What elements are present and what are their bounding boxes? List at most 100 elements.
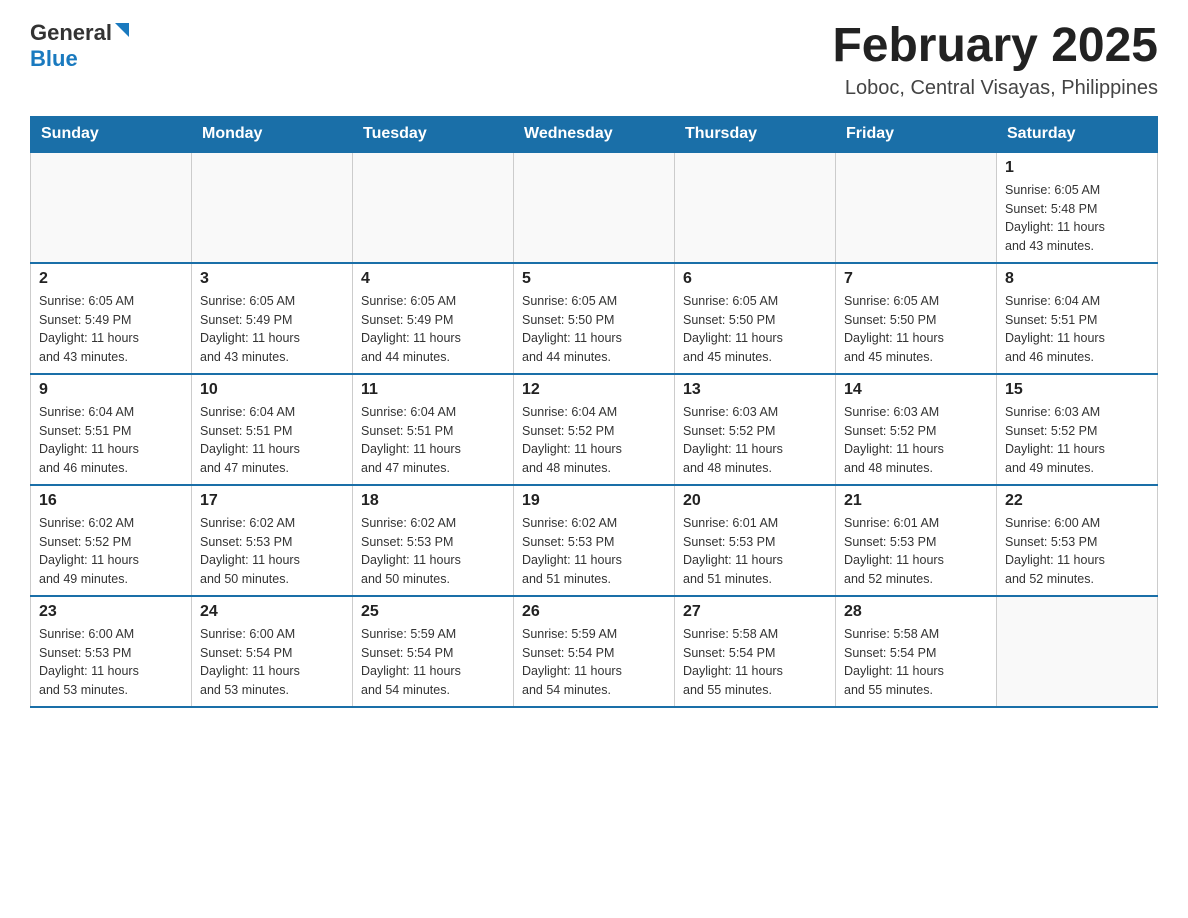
weekday-header-friday: Friday (836, 116, 997, 152)
calendar-cell: 21 Sunrise: 6:01 AMSunset: 5:53 PMDayligh… (836, 485, 997, 596)
day-number: 27 (683, 603, 827, 621)
calendar-table: SundayMondayTuesdayWednesdayThursdayFrid… (30, 116, 1158, 708)
calendar-header: SundayMondayTuesdayWednesdayThursdayFrid… (31, 116, 1158, 152)
calendar-week-row: 2 Sunrise: 6:05 AMSunset: 5:49 PMDaylight… (31, 263, 1158, 374)
day-number: 28 (844, 603, 988, 621)
logo-blue-text: Blue (30, 46, 78, 72)
calendar-cell: 16 Sunrise: 6:02 AMSunset: 5:52 PMDayligh… (31, 485, 192, 596)
weekday-header-wednesday: Wednesday (514, 116, 675, 152)
day-number: 13 (683, 381, 827, 399)
day-number: 7 (844, 270, 988, 288)
weekday-header-thursday: Thursday (675, 116, 836, 152)
calendar-cell (353, 152, 514, 263)
day-info: Sunrise: 6:04 AMSunset: 5:52 PMDaylight:… (522, 403, 666, 478)
title-block: February 2025 Loboc, Central Visayas, Ph… (832, 20, 1158, 100)
weekday-header-row: SundayMondayTuesdayWednesdayThursdayFrid… (31, 116, 1158, 152)
calendar-cell: 28Sunrise: 5:58 AMSunset: 5:54 PMDayligh… (836, 596, 997, 707)
day-info: Sunrise: 6:05 AMSunset: 5:50 PMDaylight:… (683, 292, 827, 367)
calendar-cell: 18 Sunrise: 6:02 AMSunset: 5:53 PMDayligh… (353, 485, 514, 596)
logo-general-text: General (30, 20, 112, 46)
calendar-week-row: 16 Sunrise: 6:02 AMSunset: 5:52 PMDayligh… (31, 485, 1158, 596)
weekday-header-tuesday: Tuesday (353, 116, 514, 152)
day-number: 17 (200, 492, 344, 510)
day-number: 19 (522, 492, 666, 510)
day-info: Sunrise: 6:03 AMSunset: 5:52 PMDaylight:… (683, 403, 827, 478)
day-info: Sunrise: 6:05 AMSunset: 5:49 PMDaylight:… (39, 292, 183, 367)
calendar-cell: 23 Sunrise: 6:00 AMSunset: 5:53 PMDayligh… (31, 596, 192, 707)
calendar-cell: 1Sunrise: 6:05 AMSunset: 5:48 PMDaylight… (997, 152, 1158, 263)
day-info: Sunrise: 6:02 AMSunset: 5:53 PMDaylight:… (522, 514, 666, 589)
day-info: Sunrise: 6:05 AMSunset: 5:49 PMDaylight:… (361, 292, 505, 367)
calendar-cell: 9 Sunrise: 6:04 AMSunset: 5:51 PMDaylight… (31, 374, 192, 485)
day-info: Sunrise: 6:00 AMSunset: 5:54 PMDaylight:… (200, 625, 344, 700)
day-info: Sunrise: 6:05 AMSunset: 5:48 PMDaylight:… (1005, 181, 1149, 256)
calendar-body: 1Sunrise: 6:05 AMSunset: 5:48 PMDaylight… (31, 152, 1158, 707)
day-info: Sunrise: 5:59 AMSunset: 5:54 PMDaylight:… (522, 625, 666, 700)
calendar-cell: 14 Sunrise: 6:03 AMSunset: 5:52 PMDayligh… (836, 374, 997, 485)
day-info: Sunrise: 6:04 AMSunset: 5:51 PMDaylight:… (39, 403, 183, 478)
location-title: Loboc, Central Visayas, Philippines (832, 77, 1158, 100)
day-number: 4 (361, 270, 505, 288)
calendar-cell: 24Sunrise: 6:00 AMSunset: 5:54 PMDayligh… (192, 596, 353, 707)
calendar-week-row: 1Sunrise: 6:05 AMSunset: 5:48 PMDaylight… (31, 152, 1158, 263)
day-number: 8 (1005, 270, 1149, 288)
calendar-cell (675, 152, 836, 263)
logo: General Blue (30, 20, 129, 72)
day-number: 6 (683, 270, 827, 288)
day-number: 14 (844, 381, 988, 399)
weekday-header-monday: Monday (192, 116, 353, 152)
calendar-week-row: 9 Sunrise: 6:04 AMSunset: 5:51 PMDaylight… (31, 374, 1158, 485)
day-info: Sunrise: 6:05 AMSunset: 5:49 PMDaylight:… (200, 292, 344, 367)
day-info: Sunrise: 6:05 AMSunset: 5:50 PMDaylight:… (522, 292, 666, 367)
day-info: Sunrise: 6:05 AMSunset: 5:50 PMDaylight:… (844, 292, 988, 367)
calendar-cell: 19 Sunrise: 6:02 AMSunset: 5:53 PMDayligh… (514, 485, 675, 596)
day-number: 3 (200, 270, 344, 288)
day-number: 23 (39, 603, 183, 621)
calendar-cell: 20 Sunrise: 6:01 AMSunset: 5:53 PMDayligh… (675, 485, 836, 596)
weekday-header-sunday: Sunday (31, 116, 192, 152)
day-number: 20 (683, 492, 827, 510)
calendar-cell (514, 152, 675, 263)
calendar-week-row: 23 Sunrise: 6:00 AMSunset: 5:53 PMDayligh… (31, 596, 1158, 707)
day-number: 21 (844, 492, 988, 510)
calendar-cell: 15 Sunrise: 6:03 AMSunset: 5:52 PMDayligh… (997, 374, 1158, 485)
day-number: 5 (522, 270, 666, 288)
calendar-cell: 12 Sunrise: 6:04 AMSunset: 5:52 PMDayligh… (514, 374, 675, 485)
day-number: 2 (39, 270, 183, 288)
day-info: Sunrise: 6:03 AMSunset: 5:52 PMDaylight:… (1005, 403, 1149, 478)
day-info: Sunrise: 6:00 AMSunset: 5:53 PMDaylight:… (39, 625, 183, 700)
calendar-cell: 13 Sunrise: 6:03 AMSunset: 5:52 PMDayligh… (675, 374, 836, 485)
calendar-cell (31, 152, 192, 263)
day-number: 10 (200, 381, 344, 399)
day-info: Sunrise: 6:02 AMSunset: 5:53 PMDaylight:… (200, 514, 344, 589)
calendar-cell: 25Sunrise: 5:59 AMSunset: 5:54 PMDayligh… (353, 596, 514, 707)
day-info: Sunrise: 6:02 AMSunset: 5:52 PMDaylight:… (39, 514, 183, 589)
day-number: 11 (361, 381, 505, 399)
day-number: 25 (361, 603, 505, 621)
day-info: Sunrise: 6:01 AMSunset: 5:53 PMDaylight:… (844, 514, 988, 589)
day-info: Sunrise: 5:58 AMSunset: 5:54 PMDaylight:… (683, 625, 827, 700)
calendar-cell: 10Sunrise: 6:04 AMSunset: 5:51 PMDayligh… (192, 374, 353, 485)
day-info: Sunrise: 6:01 AMSunset: 5:53 PMDaylight:… (683, 514, 827, 589)
day-number: 9 (39, 381, 183, 399)
day-number: 12 (522, 381, 666, 399)
calendar-cell: 7 Sunrise: 6:05 AMSunset: 5:50 PMDaylight… (836, 263, 997, 374)
day-info: Sunrise: 6:04 AMSunset: 5:51 PMDaylight:… (361, 403, 505, 478)
day-info: Sunrise: 6:03 AMSunset: 5:52 PMDaylight:… (844, 403, 988, 478)
calendar-cell (997, 596, 1158, 707)
day-info: Sunrise: 6:02 AMSunset: 5:53 PMDaylight:… (361, 514, 505, 589)
calendar-cell: 17 Sunrise: 6:02 AMSunset: 5:53 PMDayligh… (192, 485, 353, 596)
calendar-cell: 22 Sunrise: 6:00 AMSunset: 5:53 PMDayligh… (997, 485, 1158, 596)
day-number: 18 (361, 492, 505, 510)
calendar-cell: 27 Sunrise: 5:58 AMSunset: 5:54 PMDayligh… (675, 596, 836, 707)
day-number: 22 (1005, 492, 1149, 510)
day-number: 15 (1005, 381, 1149, 399)
calendar-cell: 26 Sunrise: 5:59 AMSunset: 5:54 PMDayligh… (514, 596, 675, 707)
month-title: February 2025 (832, 20, 1158, 73)
page-header: General Blue February 2025 Loboc, Centra… (30, 20, 1158, 100)
day-number: 16 (39, 492, 183, 510)
calendar-cell: 5 Sunrise: 6:05 AMSunset: 5:50 PMDaylight… (514, 263, 675, 374)
day-number: 26 (522, 603, 666, 621)
day-info: Sunrise: 6:00 AMSunset: 5:53 PMDaylight:… (1005, 514, 1149, 589)
calendar-cell: 4 Sunrise: 6:05 AMSunset: 5:49 PMDaylight… (353, 263, 514, 374)
